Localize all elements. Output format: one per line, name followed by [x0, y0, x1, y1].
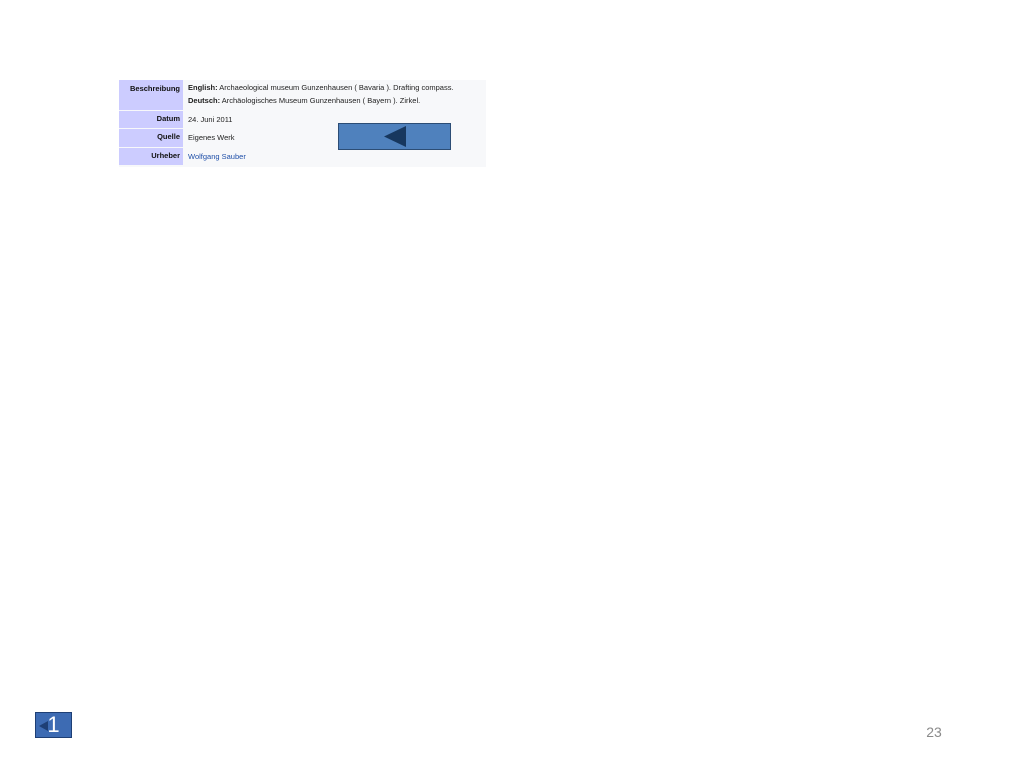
left-arrow-icon	[39, 721, 48, 731]
info-row-description: Beschreibung English: Archaeological mus…	[119, 80, 486, 110]
left-triangle-icon	[384, 126, 406, 147]
lang-label-english: English:	[188, 83, 218, 92]
info-label: Urheber	[119, 148, 183, 165]
author-link[interactable]: Wolfgang Sauber	[188, 152, 246, 161]
info-label: Datum	[119, 111, 183, 128]
lang-label-german: Deutsch:	[188, 96, 221, 105]
slide: Beschreibung English: Archaeological mus…	[0, 0, 1024, 768]
info-label: Quelle	[119, 129, 183, 147]
description-english-text: Archaeological museum Gunzenhausen ( Bav…	[217, 83, 454, 92]
home-button[interactable]: 1	[35, 712, 72, 738]
home-button-label: 1	[47, 712, 60, 737]
description-german: Deutsch: Archäologisches Museum Gunzenha…	[188, 94, 486, 107]
info-label: Beschreibung	[119, 80, 183, 110]
description-german-text: Archäologisches Museum Gunzenhausen ( Ba…	[220, 96, 421, 105]
info-value: English: Archaeological museum Gunzenhau…	[183, 80, 486, 110]
back-button[interactable]	[338, 123, 451, 150]
description-english: English: Archaeological museum Gunzenhau…	[188, 81, 486, 94]
page-number: 23	[926, 724, 942, 740]
